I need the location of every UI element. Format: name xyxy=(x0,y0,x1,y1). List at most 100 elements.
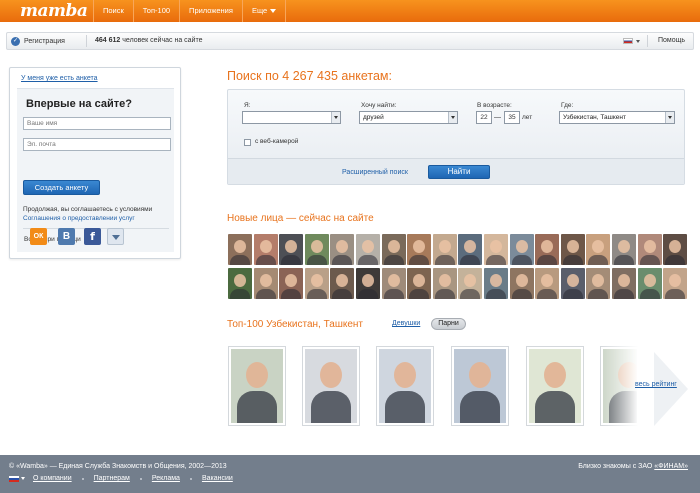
vkontakte-icon[interactable]: B xyxy=(58,228,75,245)
new-face-photo[interactable] xyxy=(254,234,278,265)
new-face-photo[interactable] xyxy=(279,234,303,265)
new-face-photo[interactable] xyxy=(535,234,559,265)
footer-link-ads[interactable]: Реклама xyxy=(152,475,180,482)
chevron-down-icon xyxy=(270,9,277,14)
tab-girls[interactable]: Девушки xyxy=(392,320,420,327)
new-face-photo[interactable] xyxy=(382,268,406,299)
location-select[interactable]: Узбекистан, Ташкент xyxy=(559,111,675,124)
gender-select[interactable] xyxy=(242,111,341,124)
online-text: человек сейчас на сайте xyxy=(120,37,203,44)
nav-top100[interactable]: Топ-100 xyxy=(132,0,179,22)
age-to-input[interactable]: 35 xyxy=(504,111,520,124)
new-face-photo[interactable] xyxy=(484,268,508,299)
divider xyxy=(647,35,648,47)
webcam-checkbox[interactable] xyxy=(244,139,251,146)
top-profile-photo[interactable] xyxy=(376,346,434,426)
new-face-photo[interactable] xyxy=(305,234,329,265)
nav-apps[interactable]: Приложения xyxy=(179,0,242,22)
nav-more-label: Еще xyxy=(251,6,268,15)
footer-link-about[interactable]: О компании xyxy=(33,475,72,482)
top-profile-photo[interactable] xyxy=(526,346,584,426)
new-face-photo[interactable] xyxy=(305,268,329,299)
nav-more[interactable]: Еще xyxy=(241,0,287,22)
nav-search[interactable]: Поиск xyxy=(93,0,133,22)
new-face-photo[interactable] xyxy=(586,268,610,299)
language-chevron-down-icon[interactable] xyxy=(636,40,640,43)
russia-flag-icon[interactable] xyxy=(9,475,19,482)
footer-link-jobs[interactable]: Вакансии xyxy=(202,475,233,482)
advanced-search-link[interactable]: Расширенный поиск xyxy=(342,169,408,176)
profile-photo xyxy=(231,349,283,423)
new-face-photo[interactable] xyxy=(279,268,303,299)
new-face-photo[interactable] xyxy=(510,234,534,265)
new-face-photo[interactable] xyxy=(638,268,662,299)
info-bar: ✓ Регистрация 464 612 человек сейчас на … xyxy=(6,32,694,50)
online-counter: 464 612 человек сейчас на сайте xyxy=(95,33,202,49)
dropdown-arrow-icon xyxy=(448,112,457,123)
new-face-photo[interactable] xyxy=(356,234,380,265)
age-label: В возрасте: xyxy=(477,102,512,109)
new-face-photo[interactable] xyxy=(433,234,457,265)
full-rating-link[interactable]: весь рейтинг xyxy=(635,381,677,388)
new-face-photo[interactable] xyxy=(561,268,585,299)
new-face-photo[interactable] xyxy=(561,234,585,265)
new-face-photo[interactable] xyxy=(586,234,610,265)
profile-photo xyxy=(305,349,357,423)
new-face-photo[interactable] xyxy=(663,234,687,265)
top100-title: Топ-100 Узбекистан, Ташкент xyxy=(227,319,364,330)
separator-dot xyxy=(189,477,192,480)
new-face-photo[interactable] xyxy=(638,234,662,265)
registration-link[interactable]: ✓ Регистрация xyxy=(11,33,65,49)
footer-link-partners[interactable]: Партнерам xyxy=(94,475,130,482)
have-account-link[interactable]: У меня уже есть анкета xyxy=(21,75,98,82)
new-face-photo[interactable] xyxy=(612,234,636,265)
new-face-photo[interactable] xyxy=(458,234,482,265)
mamba-logo[interactable]: mamba xyxy=(20,1,88,21)
new-face-photo[interactable] xyxy=(382,234,406,265)
nav-top100-label: Топ-100 xyxy=(142,6,171,15)
finam-link[interactable]: «ФИНАМ» xyxy=(654,463,688,470)
terms-prefix: Продолжая, вы соглашаетесь с условиями xyxy=(23,206,153,213)
location-label: Где: xyxy=(561,102,574,109)
find-button[interactable]: Найти xyxy=(428,165,490,179)
help-link[interactable]: Помощь xyxy=(658,33,685,49)
checkmark-icon: ✓ xyxy=(11,36,20,46)
new-face-photo[interactable] xyxy=(356,268,380,299)
new-face-photo[interactable] xyxy=(407,234,431,265)
chevron-down-icon[interactable] xyxy=(21,477,25,480)
arrow-right-icon[interactable] xyxy=(654,352,688,426)
webcam-label: с веб-камерой xyxy=(255,138,299,145)
new-face-photo[interactable] xyxy=(484,234,508,265)
new-face-photo[interactable] xyxy=(510,268,534,299)
new-face-photo[interactable] xyxy=(228,268,252,299)
new-face-photo[interactable] xyxy=(330,234,354,265)
tab-guys[interactable]: Парни xyxy=(431,318,466,330)
looking-for-select[interactable]: друзей xyxy=(359,111,458,124)
top-profile-photo[interactable] xyxy=(302,346,360,426)
new-face-photo[interactable] xyxy=(433,268,457,299)
location-value: Узбекистан, Ташкент xyxy=(563,114,626,121)
more-social-button[interactable] xyxy=(107,228,124,245)
age-from-input[interactable]: 22 xyxy=(476,111,492,124)
email-input[interactable] xyxy=(23,138,171,151)
new-face-photo[interactable] xyxy=(535,268,559,299)
top-profile-photo[interactable] xyxy=(451,346,509,426)
new-face-photo[interactable] xyxy=(612,268,636,299)
profile-photo xyxy=(454,349,506,423)
terms-link[interactable]: Соглашения о предоставлении услуг xyxy=(23,215,135,222)
chevron-down-icon xyxy=(111,234,120,240)
odnoklassniki-icon[interactable]: ОК xyxy=(30,228,47,245)
online-count: 464 612 xyxy=(95,37,121,44)
create-profile-button[interactable]: Создать анкету xyxy=(23,180,100,195)
new-face-photo[interactable] xyxy=(254,268,278,299)
new-face-photo[interactable] xyxy=(458,268,482,299)
facebook-icon[interactable]: f xyxy=(84,228,101,245)
looking-for-label: Хочу найти: xyxy=(361,102,397,109)
name-input[interactable] xyxy=(23,117,171,130)
top-profile-photo[interactable] xyxy=(228,346,286,426)
new-face-photo[interactable] xyxy=(330,268,354,299)
russia-flag-icon[interactable] xyxy=(623,38,633,44)
new-face-photo[interactable] xyxy=(407,268,431,299)
new-face-photo[interactable] xyxy=(228,234,252,265)
new-face-photo[interactable] xyxy=(663,268,687,299)
